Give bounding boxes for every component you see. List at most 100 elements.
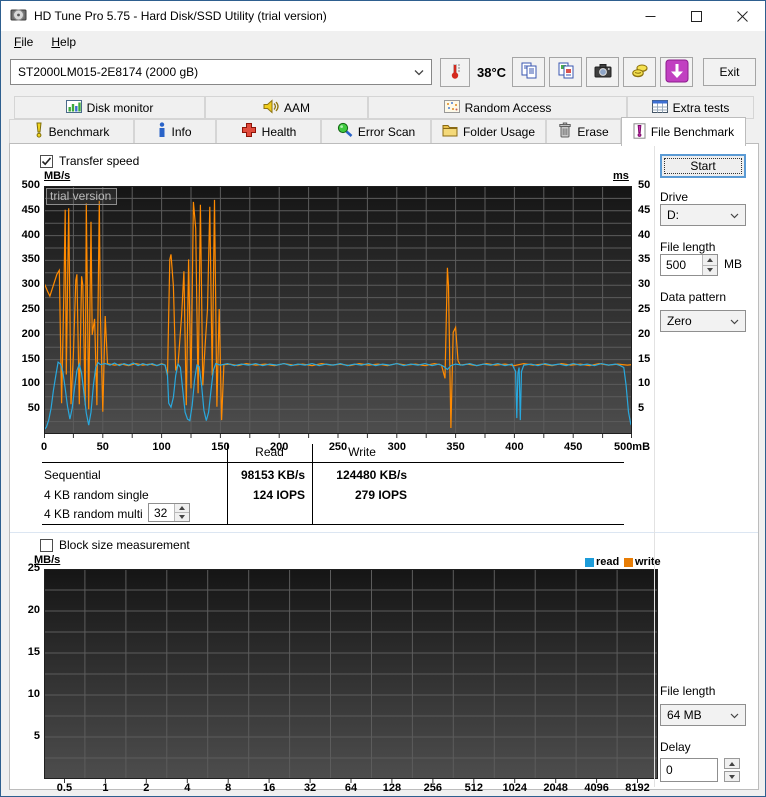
screenshot-button[interactable] [586, 57, 619, 87]
menu-file[interactable]: File [5, 33, 42, 51]
axis-tick-label: 35 [638, 253, 651, 266]
sequential-write-value: 124480 KB/s [336, 468, 407, 482]
data-pattern-dropdown[interactable]: Zero [660, 310, 746, 332]
spin-down-button[interactable] [703, 264, 717, 275]
file-benchmark-page: Transfer speed MB/s ms trial version Rea… [9, 143, 759, 794]
axis-tick-label: 64 [344, 782, 358, 794]
copy-image-button[interactable] [549, 57, 582, 87]
maximize-button[interactable] [673, 1, 719, 31]
block-size-checkbox[interactable]: Block size measurement [40, 538, 190, 552]
file-length-unit: MB [724, 257, 742, 271]
tab-file-benchmark[interactable]: File Benchmark [621, 117, 746, 146]
random-multi-spinner[interactable]: 32 [148, 503, 190, 522]
transfer-speed-checkbox[interactable]: Transfer speed [40, 154, 139, 168]
axis-tick-label: 50 [27, 402, 40, 415]
legend-write-label: write [635, 556, 661, 568]
tab-row-2: Benchmark Info Health Error Scan Folder … [9, 117, 746, 146]
exit-button[interactable]: Exit [703, 58, 756, 86]
axis-tick-label: 32 [303, 782, 317, 794]
delay-label: Delay [660, 740, 691, 754]
tab-extra-tests[interactable]: Extra tests [627, 96, 754, 119]
benchmark-icon [34, 122, 44, 141]
coins-icon [631, 62, 649, 83]
axis-tick-label: 400 [505, 441, 524, 453]
section-divider [10, 532, 758, 533]
thermometer-icon [449, 61, 461, 84]
chevron-down-icon [730, 314, 739, 328]
sequential-read-value: 98153 KB/s [240, 468, 305, 482]
drive-select-value: ST2000LM015-2E8174 (2000 gB) [18, 65, 199, 79]
tab-erase[interactable]: Erase [546, 119, 621, 144]
tab-label: Extra tests [672, 100, 730, 115]
drive-select[interactable]: ST2000LM015-2E8174 (2000 gB) [10, 59, 432, 85]
update-button[interactable] [660, 57, 693, 87]
file-length-value: 500 [666, 258, 687, 272]
spin-up-button[interactable] [175, 504, 189, 512]
axis-tick-label: 300 [387, 441, 406, 453]
tab-aam[interactable]: AAM [205, 96, 368, 119]
axis-tick-label: 10 [27, 688, 40, 700]
copy-text-button[interactable] [512, 57, 545, 87]
axis-tick-label: 150 [211, 441, 230, 453]
menu-help[interactable]: Help [42, 33, 85, 51]
magnifier-icon [337, 122, 353, 141]
close-button[interactable] [719, 1, 765, 31]
axis-tick-label: 40 [638, 228, 651, 241]
axis-tick-label: 400 [21, 228, 40, 241]
axis-tick-label: 2048 [543, 782, 568, 794]
axis-tick-label: 500mB [613, 441, 651, 453]
spin-up-button[interactable] [724, 758, 740, 769]
tab-label: Health [261, 124, 297, 139]
chevron-down-icon [730, 708, 739, 722]
axis-tick-label: 350 [446, 441, 465, 453]
random-single-write-value: 279 IOPS [354, 488, 407, 502]
tab-benchmark[interactable]: Benchmark [9, 119, 134, 144]
toolbar: ST2000LM015-2E8174 (2000 gB) 38°C Exit [1, 53, 765, 91]
spin-up-button[interactable] [703, 255, 717, 265]
axis-tick-label: 200 [270, 441, 289, 453]
axis-tick-label: 250 [328, 441, 348, 453]
drive-dropdown[interactable]: D: [660, 204, 746, 226]
delay-field[interactable]: 0 [660, 758, 718, 782]
y-axis-unit-right: ms [613, 170, 629, 182]
temperature-button[interactable] [440, 57, 470, 87]
data-pattern-value: Zero [667, 314, 692, 328]
app-icon [10, 6, 27, 26]
window-title: HD Tune Pro 5.75 - Hard Disk/SSD Utility… [34, 9, 327, 23]
tab-disk-monitor[interactable]: Disk monitor [14, 96, 205, 119]
register-button[interactable] [623, 57, 656, 87]
axis-tick-label: 25 [27, 562, 40, 574]
tab-label: Error Scan [357, 124, 416, 139]
tab-error-scan[interactable]: Error Scan [321, 119, 431, 144]
spin-down-button[interactable] [724, 771, 740, 782]
axis-tick-label: 256 [423, 782, 443, 794]
file-length2-value: 64 MB [667, 708, 702, 722]
speaker-icon [263, 98, 279, 117]
axis-tick-label: 45 [638, 203, 651, 216]
axis-tick-label: 50 [96, 441, 109, 453]
axis-tick-label: 0 [40, 441, 48, 453]
copy-text-icon [520, 62, 538, 83]
tab-folder-usage[interactable]: Folder Usage [431, 119, 546, 144]
start-button-label: Start [690, 159, 716, 173]
tab-health[interactable]: Health [216, 119, 321, 144]
tab-random-access[interactable]: Random Access [368, 96, 627, 119]
start-button[interactable]: Start [660, 154, 746, 178]
chevron-down-icon [414, 65, 424, 79]
tab-label: Info [171, 124, 192, 139]
file-length-spinner[interactable]: 500 [660, 254, 718, 276]
tab-label: Disk monitor [86, 100, 154, 115]
file-length2-dropdown[interactable]: 64 MB [660, 704, 746, 726]
checkbox-unchecked-icon [40, 538, 53, 552]
axis-tick-label: 16 [263, 782, 276, 794]
random-single-read-value: 124 IOPS [252, 488, 305, 502]
minimize-button[interactable] [627, 1, 673, 31]
camera-icon [594, 63, 612, 81]
row-label-random-single: 4 KB random single [44, 488, 149, 502]
axis-tick-label: 10 [638, 377, 651, 390]
temperature-value: 38°C [477, 64, 507, 80]
axis-tick-label: 0.5 [56, 782, 73, 794]
spin-down-button[interactable] [175, 512, 189, 521]
drive-label: Drive [660, 190, 689, 204]
tab-info[interactable]: Info [134, 119, 216, 144]
